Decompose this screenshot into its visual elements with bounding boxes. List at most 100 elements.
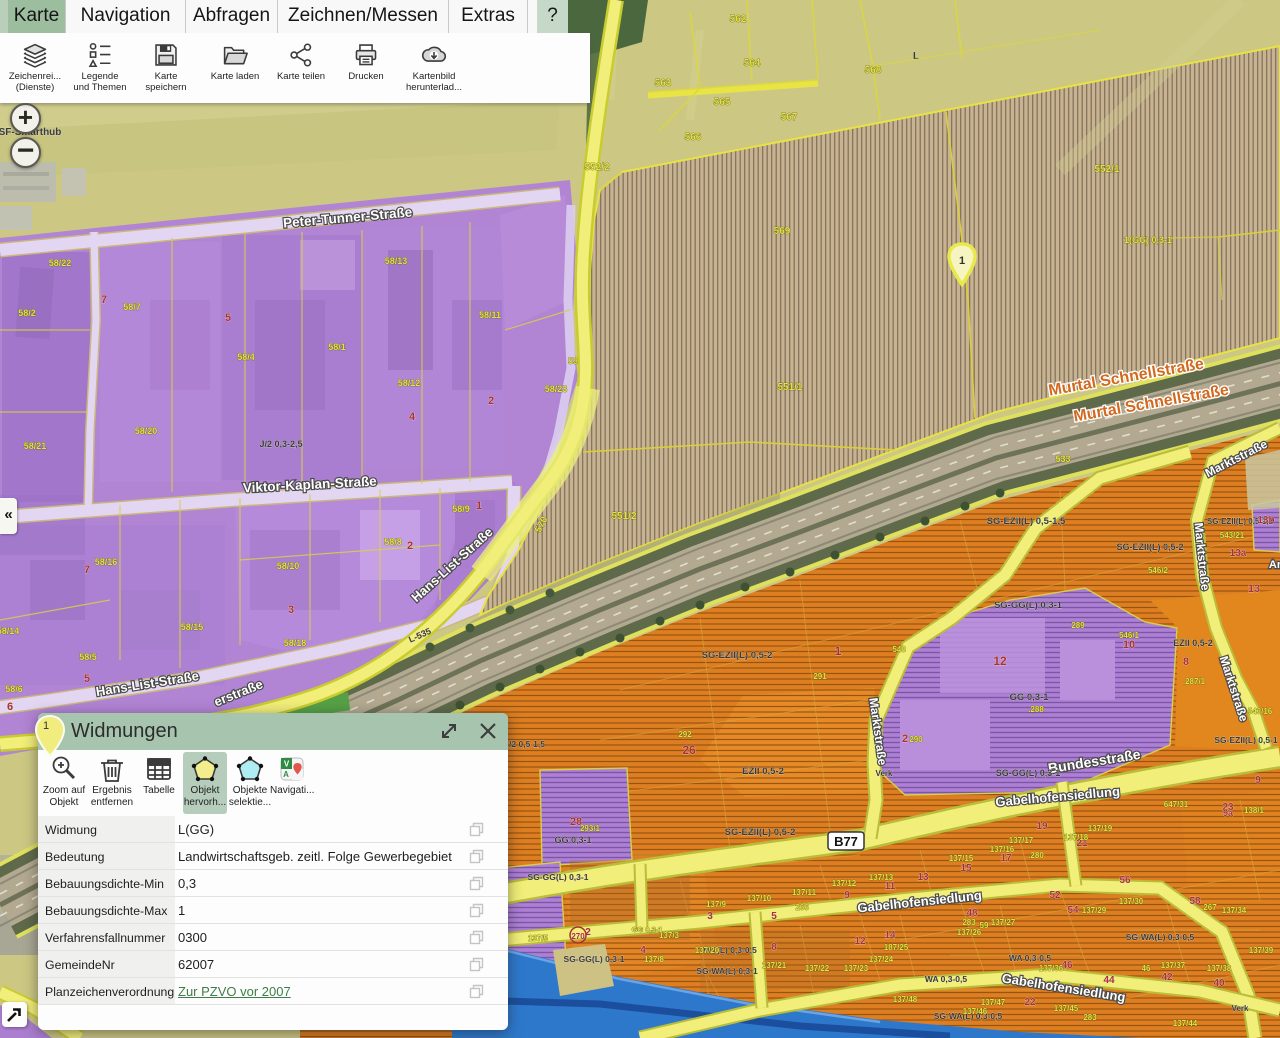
svg-text:13: 13 [1248, 583, 1260, 595]
svg-text:137/18: 137/18 [1064, 833, 1089, 842]
svg-text:GG 0,3-1: GG 0,3-1 [554, 835, 591, 845]
svg-text:137/47: 137/47 [981, 998, 1006, 1007]
svg-text:58/1: 58/1 [328, 342, 346, 352]
svg-text:40: 40 [1213, 978, 1225, 989]
svg-text:283: 283 [962, 918, 976, 927]
svg-text:291: 291 [813, 672, 827, 681]
svg-text:SG-EZII(L) 0,5-2: SG-EZII(L) 0,5-2 [702, 650, 773, 661]
svg-text:1: 1 [835, 644, 842, 658]
svg-text:GG 0,3-1: GG 0,3-1 [632, 925, 663, 934]
svg-text:V: V [284, 760, 290, 769]
svg-text:5: 5 [225, 312, 231, 324]
svg-text:GG 0,3-1: GG 0,3-1 [1009, 692, 1049, 703]
svg-text:137/27: 137/27 [991, 918, 1016, 927]
svg-text:15: 15 [960, 863, 972, 874]
svg-text:562: 562 [730, 14, 747, 25]
svg-text:8: 8 [1183, 656, 1189, 668]
svg-text:543/21: 543/21 [1220, 531, 1245, 540]
svg-text:137/45: 137/45 [1054, 1004, 1079, 1013]
svg-text:SG-GG(L) 0,3-1: SG-GG(L) 0,3-1 [564, 954, 625, 964]
svg-text:266: 266 [795, 903, 809, 912]
svg-text:137/8: 137/8 [644, 955, 665, 964]
svg-text:58/2: 58/2 [18, 308, 36, 318]
svg-text:8: 8 [771, 942, 777, 953]
svg-text:270: 270 [571, 932, 585, 941]
svg-text:137/17: 137/17 [1009, 836, 1034, 845]
svg-text:13a: 13a [1230, 548, 1247, 559]
svg-text:13: 13 [917, 872, 929, 883]
svg-text:1: 1 [476, 500, 482, 512]
svg-text:SG-EZII(L) 0,5-2: SG-EZII(L) 0,5-2 [725, 827, 796, 838]
svg-text:58/14: 58/14 [0, 626, 19, 636]
svg-text:1(GG) 0,3-1: 1(GG) 0,3-1 [1124, 235, 1172, 245]
svg-text:1: 1 [959, 255, 965, 267]
svg-text:5: 5 [771, 911, 777, 922]
svg-text:3: 3 [288, 604, 294, 616]
svg-text:1: 1 [43, 720, 49, 732]
svg-text:42: 42 [1161, 972, 1173, 983]
svg-text:2: 2 [407, 540, 413, 552]
svg-text:289: 289 [1071, 621, 1085, 630]
svg-text:533: 533 [1055, 454, 1070, 464]
svg-text:137/21: 137/21 [762, 961, 787, 970]
svg-text:11: 11 [885, 881, 896, 892]
svg-text:137/34: 137/34 [1222, 906, 1247, 915]
svg-text:EZII 0,5-2: EZII 0,5-2 [742, 766, 784, 777]
svg-text:137/16: 137/16 [990, 845, 1015, 854]
svg-text:22: 22 [1024, 997, 1036, 1008]
svg-text:.288: .288 [1028, 705, 1044, 714]
svg-text:137/44: 137/44 [1173, 1019, 1198, 1028]
svg-text:137/26: 137/26 [957, 928, 982, 937]
svg-text:A: A [283, 770, 289, 779]
svg-text:283: 283 [1083, 1013, 1097, 1022]
svg-text:5: 5 [84, 673, 90, 685]
svg-text:58: 58 [1189, 896, 1201, 907]
svg-text:546/2: 546/2 [1148, 566, 1169, 575]
svg-text:58/5: 58/5 [79, 652, 97, 662]
svg-text:137/36: 137/36 [1039, 964, 1064, 973]
svg-text:58/20: 58/20 [135, 426, 158, 436]
svg-text:548: 548 [892, 645, 906, 654]
svg-text:58/9: 58/9 [452, 504, 470, 514]
svg-text:568: 568 [865, 65, 882, 76]
svg-text:58/11: 58/11 [479, 310, 501, 320]
svg-text:563: 563 [655, 78, 672, 89]
svg-text:SG-GG(L) 0,3-1: SG-GG(L) 0,3-1 [528, 872, 589, 882]
svg-text:3: 3 [707, 911, 713, 922]
svg-text:58/7: 58/7 [123, 302, 141, 312]
svg-text:647/31: 647/31 [1164, 800, 1189, 809]
svg-text:9a: 9a [1223, 808, 1234, 818]
svg-text:19: 19 [1036, 821, 1048, 832]
svg-text:WA 0,3-0,5: WA 0,3-0,5 [925, 974, 967, 984]
svg-text:137/29: 137/29 [1082, 906, 1107, 915]
svg-text:58/23: 58/23 [545, 384, 568, 394]
svg-text:7: 7 [101, 294, 107, 306]
svg-text:46: 46 [1142, 964, 1151, 973]
svg-text:10: 10 [1123, 639, 1135, 651]
svg-text:293/1: 293/1 [580, 824, 601, 833]
svg-text:14: 14 [884, 930, 896, 941]
svg-text:551/2: 551/2 [611, 511, 636, 522]
svg-text:58/21: 58/21 [24, 441, 47, 451]
svg-text:58/8: 58/8 [384, 537, 402, 547]
svg-text:137/19: 137/19 [1088, 824, 1113, 833]
svg-text:138/1: 138/1 [1244, 806, 1265, 815]
svg-text:26: 26 [682, 743, 696, 757]
svg-text:12: 12 [854, 936, 866, 947]
svg-text:9: 9 [1255, 775, 1261, 786]
svg-text:137/11: 137/11 [792, 888, 817, 897]
svg-text:58/16: 58/16 [95, 557, 118, 567]
svg-text:58/12: 58/12 [398, 378, 421, 388]
svg-text:L: L [913, 51, 919, 62]
svg-text:17: 17 [1000, 853, 1012, 864]
svg-text:SG-EZII(L) 0,5-1: SG-EZII(L) 0,5-1 [1214, 735, 1278, 745]
svg-text:59: 59 [568, 356, 578, 366]
svg-text:137/12: 137/12 [832, 879, 857, 888]
svg-text:12: 12 [993, 654, 1007, 668]
svg-text:.287/1: .287/1 [1183, 677, 1206, 686]
svg-text:137/39: 137/39 [1249, 946, 1274, 955]
svg-text:58/13: 58/13 [385, 256, 408, 266]
svg-text:52: 52 [1049, 890, 1061, 901]
svg-text:Verk: Verk [1232, 1004, 1249, 1013]
svg-text:EZII 0,5-2: EZII 0,5-2 [1173, 638, 1213, 648]
